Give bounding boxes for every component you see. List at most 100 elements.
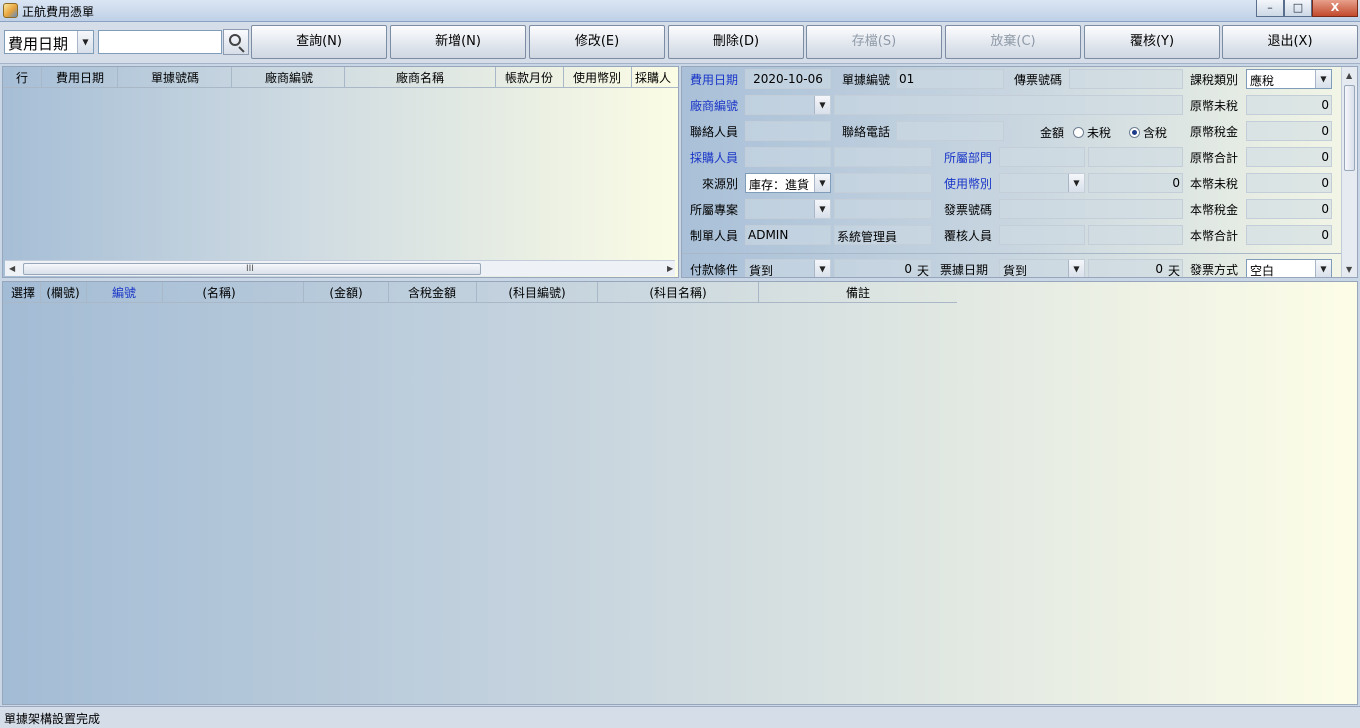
purchaser-label: 採購人員 bbox=[690, 151, 739, 165]
orig-untaxed-field[interactable]: 0 bbox=[1246, 95, 1332, 115]
tax-type-label: 課稅類別 bbox=[1190, 73, 1239, 87]
save-button[interactable]: 存檔(S) bbox=[806, 25, 942, 59]
orig-total-field[interactable]: 0 bbox=[1246, 147, 1332, 167]
column-header-name[interactable]: (名稱) bbox=[163, 284, 275, 301]
exit-button[interactable]: 退出(X) bbox=[1222, 25, 1358, 59]
currency-label: 使用幣別 bbox=[944, 177, 993, 191]
document-list-grid[interactable]: 行 費用日期 單據號碼 廠商編號 廠商名稱 帳款月份 使用幣別 採購人 ◀ II… bbox=[2, 66, 679, 278]
review-button[interactable]: 覆核(Y) bbox=[1084, 25, 1220, 59]
column-header-account-name[interactable]: (科目名稱) bbox=[598, 284, 758, 301]
fee-date-label: 費用日期 bbox=[690, 73, 739, 87]
restore-button[interactable]: □ bbox=[1284, 0, 1312, 17]
local-total-field[interactable]: 0 bbox=[1246, 225, 1332, 245]
orig-tax-field[interactable]: 0 bbox=[1246, 121, 1332, 141]
voucher-no-label: 傳票號碼 bbox=[1014, 73, 1063, 87]
chevron-down-icon[interactable] bbox=[1315, 70, 1331, 88]
scroll-right-icon[interactable]: ▶ bbox=[667, 264, 673, 273]
invoice-method-select[interactable]: 空白 bbox=[1246, 259, 1332, 277]
amount-untaxed-radio[interactable] bbox=[1073, 127, 1084, 138]
doc-no-field[interactable]: 01 bbox=[896, 69, 1004, 89]
payment-days-field[interactable]: 0 天 bbox=[834, 259, 932, 277]
column-header-select[interactable]: 選擇 bbox=[7, 284, 39, 301]
discard-button[interactable]: 放棄(C) bbox=[945, 25, 1081, 59]
purchaser-name-field[interactable] bbox=[834, 147, 932, 167]
form-vertical-scrollbar[interactable]: ▲ ▼ bbox=[1341, 67, 1357, 277]
search-input[interactable] bbox=[98, 30, 222, 54]
column-header-currency[interactable]: 使用幣別 bbox=[565, 69, 629, 86]
chevron-down-icon[interactable] bbox=[814, 260, 830, 277]
scroll-thumb[interactable]: III bbox=[23, 263, 481, 275]
bill-date-select[interactable]: 貨到 bbox=[999, 259, 1085, 277]
close-button[interactable]: X bbox=[1312, 0, 1358, 17]
vendor-no-select[interactable] bbox=[745, 95, 831, 115]
status-bar: 單據架構設置完成 bbox=[0, 706, 1360, 728]
toolbar: 費用日期 查詢(N) 新增(N) 修改(E) 刪除(D) 存檔(S) 放棄(C)… bbox=[0, 22, 1360, 64]
search-button[interactable] bbox=[223, 29, 249, 55]
amount-taxed-option[interactable]: 含稅 bbox=[1143, 124, 1167, 141]
column-header-vendor-no[interactable]: 廠商編號 bbox=[233, 69, 345, 86]
dept-name-field[interactable] bbox=[1088, 147, 1183, 167]
invoice-no-field[interactable] bbox=[999, 199, 1183, 219]
local-untaxed-field[interactable]: 0 bbox=[1246, 173, 1332, 193]
payment-terms-select[interactable]: 貨到 bbox=[745, 259, 831, 277]
fee-date-field[interactable]: 2020-10-06 bbox=[745, 69, 831, 89]
purchaser-id-field[interactable] bbox=[745, 147, 831, 167]
bill-date-label: 票據日期 bbox=[940, 263, 989, 277]
column-header-purchaser[interactable]: 採購人 bbox=[635, 69, 678, 86]
column-header-doc-no[interactable]: 單據號碼 bbox=[119, 69, 231, 86]
source-extra-field[interactable] bbox=[834, 173, 932, 193]
column-header-row[interactable]: 行 bbox=[7, 69, 37, 86]
dept-label: 所屬部門 bbox=[944, 151, 993, 165]
detail-grid-header: 選擇 (欄號) 編號 (名稱) (金額) 含稅金額 (科目編號) (科目名稱) … bbox=[3, 282, 957, 303]
local-tax-field[interactable]: 0 bbox=[1246, 199, 1332, 219]
dept-id-field[interactable] bbox=[999, 147, 1085, 167]
bill-days-field[interactable]: 0 天 bbox=[1088, 259, 1183, 277]
contact-field[interactable] bbox=[745, 121, 831, 141]
chevron-down-icon[interactable] bbox=[814, 200, 830, 218]
query-button[interactable]: 查詢(N) bbox=[251, 25, 387, 59]
reviewer-label: 覆核人員 bbox=[944, 229, 993, 243]
currency-select[interactable] bbox=[999, 173, 1085, 193]
vendor-name-field[interactable] bbox=[834, 95, 1183, 115]
payment-terms-label: 付款條件 bbox=[690, 263, 739, 277]
scroll-down-icon[interactable]: ▼ bbox=[1346, 265, 1352, 274]
column-header-code[interactable]: 編號 bbox=[87, 284, 161, 301]
minimize-button[interactable]: – bbox=[1256, 0, 1284, 17]
title-bar: 正航費用憑單 – □ X bbox=[0, 0, 1360, 22]
column-header-account-code[interactable]: (科目編號) bbox=[477, 284, 597, 301]
amount-label: 金額 bbox=[1040, 126, 1065, 140]
column-header-billing-month[interactable]: 帳款月份 bbox=[497, 69, 561, 86]
amount-taxed-radio[interactable] bbox=[1129, 127, 1140, 138]
scroll-left-icon[interactable]: ◀ bbox=[9, 264, 15, 273]
exchange-rate-field[interactable]: 0 bbox=[1088, 173, 1183, 193]
scroll-up-icon[interactable]: ▲ bbox=[1346, 71, 1352, 80]
project-name-field[interactable] bbox=[834, 199, 932, 219]
scroll-thumb[interactable] bbox=[1344, 85, 1355, 171]
detail-grid[interactable]: 選擇 (欄號) 編號 (名稱) (金額) 含稅金額 (科目編號) (科目名稱) … bbox=[2, 281, 1358, 705]
list-horizontal-scrollbar[interactable]: ◀ III ▶ bbox=[5, 260, 675, 276]
chevron-down-icon[interactable] bbox=[814, 174, 830, 192]
chevron-down-icon[interactable] bbox=[1068, 260, 1084, 277]
column-header-line-no[interactable]: (欄號) bbox=[41, 284, 85, 301]
chevron-down-icon[interactable] bbox=[77, 31, 93, 53]
phone-field[interactable] bbox=[896, 121, 1004, 141]
chevron-down-icon[interactable] bbox=[1315, 260, 1331, 277]
project-select[interactable] bbox=[745, 199, 831, 219]
column-header-taxed-amount[interactable]: 含稅金額 bbox=[389, 284, 475, 301]
amount-untaxed-option[interactable]: 未稅 bbox=[1087, 124, 1111, 141]
column-header-fee-date[interactable]: 費用日期 bbox=[43, 69, 117, 86]
local-untaxed-label: 本幣未稅 bbox=[1190, 177, 1239, 191]
column-header-remarks[interactable]: 備註 bbox=[759, 284, 957, 301]
source-select[interactable]: 庫存：進貨 bbox=[745, 173, 831, 193]
edit-button[interactable]: 修改(E) bbox=[529, 25, 665, 59]
column-header-amount[interactable]: (金額) bbox=[304, 284, 388, 301]
add-button[interactable]: 新增(N) bbox=[390, 25, 526, 59]
chevron-down-icon[interactable] bbox=[814, 96, 830, 114]
column-header-vendor-name[interactable]: 廠商名稱 bbox=[346, 69, 494, 86]
tax-type-select[interactable]: 應稅 bbox=[1246, 69, 1332, 89]
voucher-no-field[interactable] bbox=[1069, 69, 1183, 89]
list-grid-header: 行 費用日期 單據號碼 廠商編號 廠商名稱 帳款月份 使用幣別 採購人 bbox=[3, 67, 678, 88]
chevron-down-icon[interactable] bbox=[1068, 174, 1084, 192]
search-field-select[interactable]: 費用日期 bbox=[4, 30, 94, 54]
delete-button[interactable]: 刪除(D) bbox=[668, 25, 804, 59]
